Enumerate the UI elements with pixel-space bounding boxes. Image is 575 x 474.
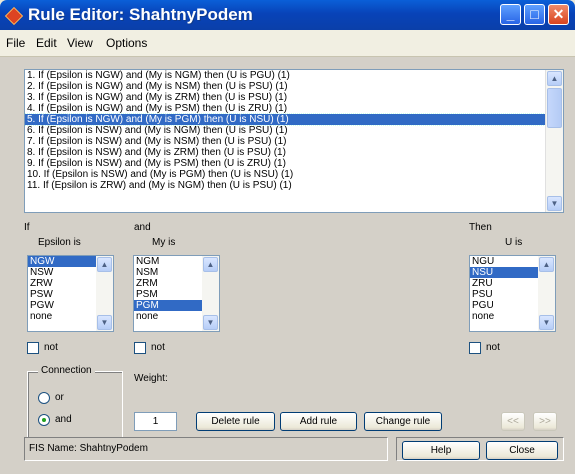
scroll-up-icon[interactable]: ▲ — [539, 257, 554, 272]
epsilon-not-label: not — [44, 342, 58, 353]
rule-item[interactable]: 7. If (Epsilon is NSW) and (My is NSM) t… — [25, 136, 563, 147]
if-label: If — [24, 222, 30, 233]
add-rule-button[interactable]: Add rule — [280, 412, 357, 431]
rule-list-scrollbar[interactable]: ▲ ▼ — [545, 70, 563, 212]
scroll-down-icon[interactable]: ▼ — [203, 315, 218, 330]
my-scrollbar[interactable]: ▲ ▼ — [202, 256, 219, 331]
selected-dot-icon — [42, 418, 46, 422]
my-not-label: not — [151, 342, 165, 353]
next-button[interactable]: >> — [533, 412, 557, 431]
u-listbox[interactable]: NGU NSU ZRU PSU PGU none ▲ ▼ — [469, 255, 556, 332]
rule-item[interactable]: 11. If (Epsilon is ZRW) and (My is NGM) … — [25, 180, 563, 191]
close-button[interactable]: Close — [486, 441, 558, 460]
scroll-up-icon[interactable]: ▲ — [203, 257, 218, 272]
rule-item[interactable]: 2. If (Epsilon is NGW) and (My is NSM) t… — [25, 81, 563, 92]
rule-item[interactable]: 5. If (Epsilon is NGW) and (My is PGM) t… — [25, 113, 563, 126]
rule-list[interactable]: 1. If (Epsilon is NGW) and (My is NGM) t… — [24, 69, 564, 213]
fis-name-status: FIS Name: ShahtnyPodem — [29, 443, 148, 454]
bottom-button-panel: Help Close — [396, 437, 564, 461]
u-scrollbar[interactable]: ▲ ▼ — [538, 256, 555, 331]
scroll-up-icon[interactable]: ▲ — [547, 71, 562, 86]
previous-button[interactable]: << — [501, 412, 525, 431]
u-not-label: not — [486, 342, 500, 353]
epsilon-listbox[interactable]: NGW NSW ZRW PSW PGW none ▲ ▼ — [27, 255, 114, 332]
and-radio[interactable] — [38, 414, 50, 426]
rule-item[interactable]: 3. If (Epsilon is NGW) and (My is ZRM) t… — [25, 92, 563, 103]
menu-view[interactable]: View — [67, 36, 93, 50]
maximize-button[interactable]: □ — [524, 4, 545, 25]
help-button[interactable]: Help — [402, 441, 480, 460]
u-not-checkbox[interactable] — [469, 342, 481, 354]
close-window-button[interactable]: ✕ — [548, 4, 569, 25]
rule-item[interactable]: 9. If (Epsilon is NSW) and (My is PSM) t… — [25, 158, 563, 169]
connection-label: Connection — [38, 365, 95, 376]
minimize-button[interactable]: _ — [500, 4, 521, 25]
scroll-thumb[interactable] — [547, 88, 562, 128]
weight-input[interactable]: 1 — [134, 412, 177, 431]
epsilon-not-checkbox[interactable] — [27, 342, 39, 354]
epsilon-label: Epsilon is — [38, 237, 81, 248]
app-icon — [4, 6, 24, 26]
then-label: Then — [469, 222, 492, 233]
menu-edit[interactable]: Edit — [36, 36, 57, 50]
title-bar[interactable]: Rule Editor: ShahtnyPodem _ □ ✕ — [0, 0, 575, 30]
status-bar: FIS Name: ShahtnyPodem — [24, 437, 388, 461]
rule-item[interactable]: 8. If (Epsilon is NSW) and (My is ZRM) t… — [25, 147, 563, 158]
scroll-down-icon[interactable]: ▼ — [547, 196, 562, 211]
scroll-up-icon[interactable]: ▲ — [97, 257, 112, 272]
and-option-label: and — [55, 414, 72, 425]
delete-rule-button[interactable]: Delete rule — [196, 412, 275, 431]
menu-file[interactable]: File — [6, 36, 25, 50]
weight-label: Weight: — [134, 373, 168, 384]
main-panel: 1. If (Epsilon is NGW) and (My is NGM) t… — [0, 57, 575, 474]
scroll-down-icon[interactable]: ▼ — [97, 315, 112, 330]
or-radio[interactable] — [38, 392, 50, 404]
rule-item[interactable]: 6. If (Epsilon is NSW) and (My is NGM) t… — [25, 125, 563, 136]
scroll-down-icon[interactable]: ▼ — [539, 315, 554, 330]
or-label: or — [55, 392, 64, 403]
menu-options[interactable]: Options — [106, 36, 147, 50]
rule-item[interactable]: 4. If (Epsilon is NGW) and (My is PSM) t… — [25, 103, 563, 114]
menu-bar: File Edit View Options — [0, 30, 575, 57]
rule-item[interactable]: 10. If (Epsilon is NSW) and (My is PGM) … — [25, 169, 563, 180]
my-not-checkbox[interactable] — [134, 342, 146, 354]
and-label: and — [134, 222, 151, 233]
epsilon-scrollbar[interactable]: ▲ ▼ — [96, 256, 113, 331]
my-listbox[interactable]: NGM NSM ZRM PSM PGM none ▲ ▼ — [133, 255, 220, 332]
window-title: Rule Editor: ShahtnyPodem — [28, 5, 253, 24]
change-rule-button[interactable]: Change rule — [364, 412, 442, 431]
u-label: U is — [505, 237, 523, 248]
my-label: My is — [152, 237, 176, 248]
connection-group: Connection or and — [27, 365, 123, 439]
rule-item[interactable]: 1. If (Epsilon is NGW) and (My is NGM) t… — [25, 70, 563, 81]
